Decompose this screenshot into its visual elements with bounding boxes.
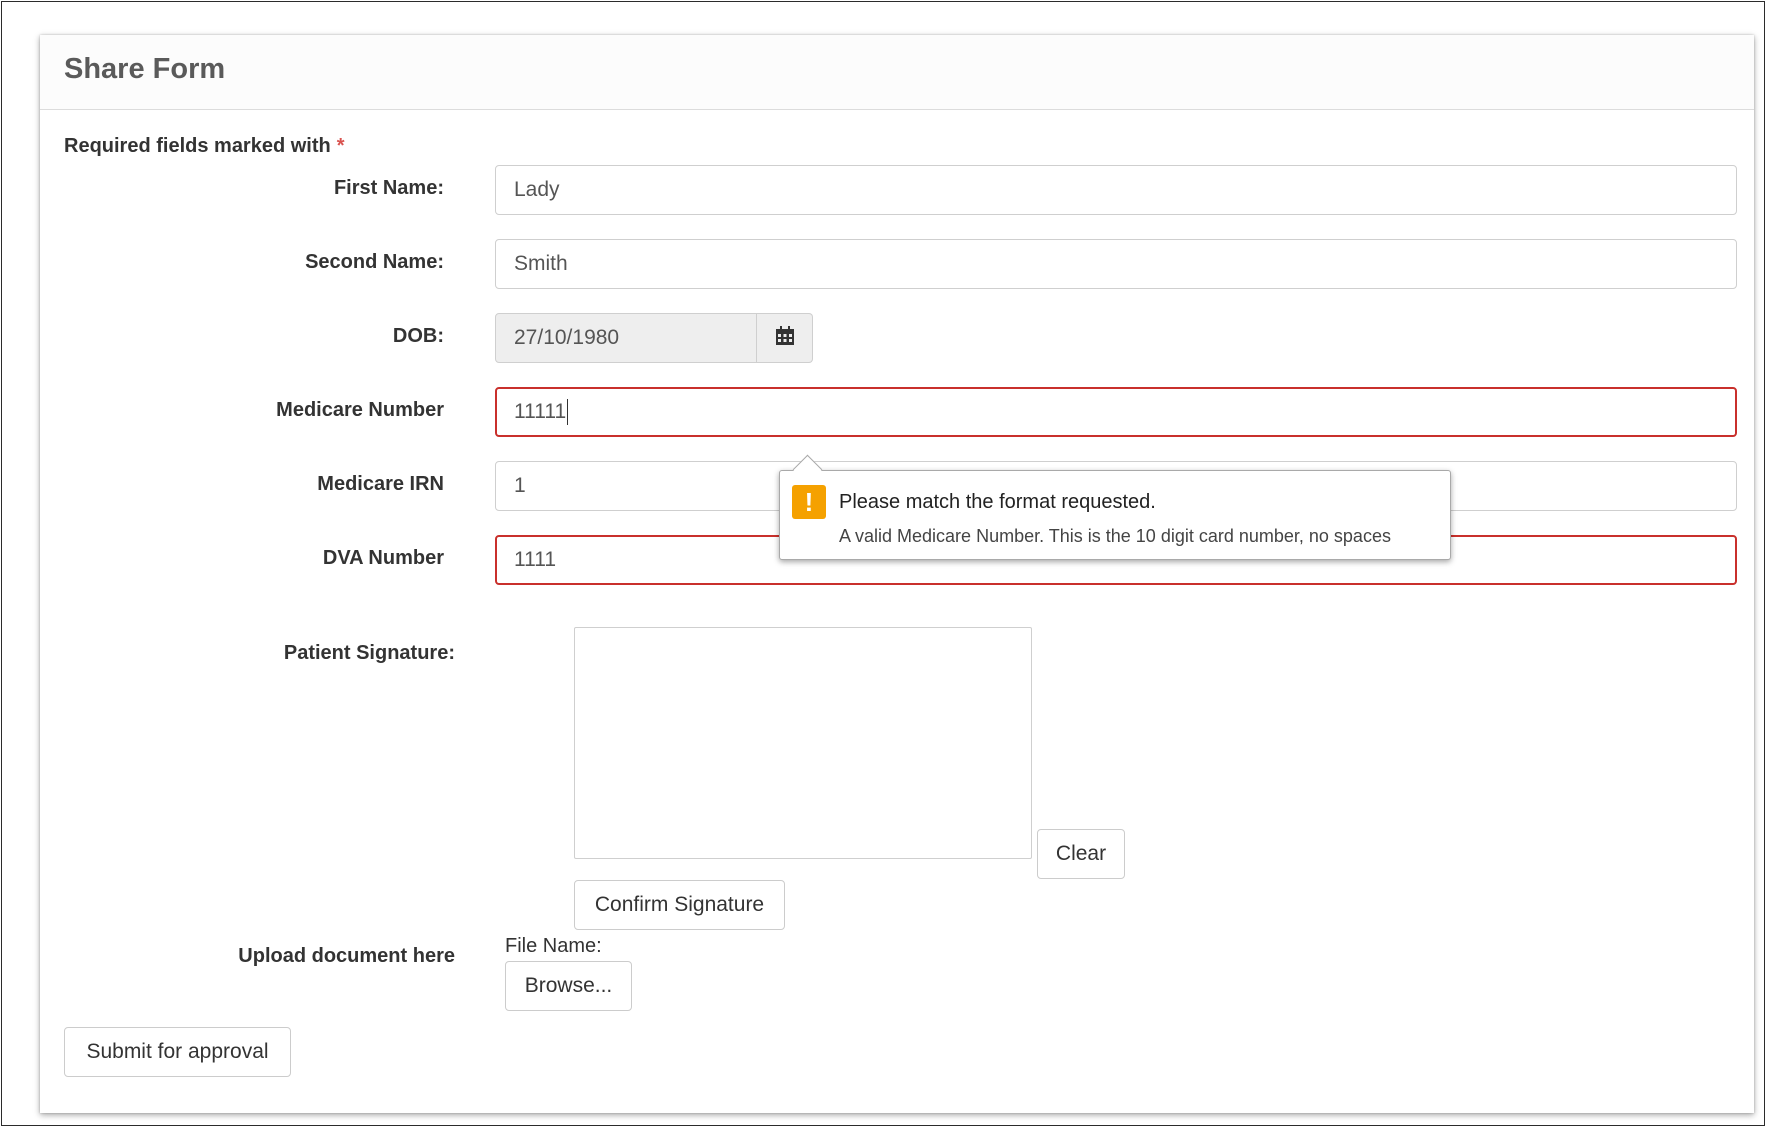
medicare-number-input[interactable]: 11111: [495, 387, 1737, 437]
tooltip-detail: A valid Medicare Number. This is the 10 …: [839, 526, 1391, 546]
second-name-label: Second Name:: [305, 251, 444, 273]
dva-number-label: DVA Number: [322, 547, 444, 569]
first-name-label: First Name:: [333, 177, 444, 199]
file-name-label: File Name:: [505, 935, 602, 957]
calendar-icon: [775, 325, 795, 351]
second-name-input[interactable]: Smith: [495, 239, 1737, 289]
upload-document-label: Upload document here: [238, 945, 455, 967]
panel-header: Share Form: [40, 35, 1754, 110]
first-name-input[interactable]: Lady: [495, 165, 1737, 215]
text-caret: [567, 399, 569, 426]
confirm-signature-button[interactable]: Confirm Signature: [574, 880, 785, 930]
page-title: Share Form: [64, 53, 226, 85]
browse-button[interactable]: Browse...: [505, 961, 632, 1011]
signature-pad[interactable]: [574, 627, 1032, 859]
validation-tooltip: ! Please match the format requested. A v…: [779, 454, 1451, 560]
dob-input[interactable]: 27/10/1980: [495, 313, 757, 363]
calendar-button[interactable]: [757, 313, 813, 363]
required-fields-note: Required fields marked with *: [64, 135, 345, 158]
dob-label: DOB:: [392, 325, 444, 347]
share-form-panel: Share Form Required fields marked with * …: [40, 35, 1754, 1113]
patient-signature-label: Patient Signature:: [283, 642, 455, 664]
tooltip-title: Please match the format requested.: [839, 491, 1156, 513]
medicare-number-value: 11111: [514, 400, 567, 423]
medicare-number-label: Medicare Number: [276, 399, 444, 421]
required-note-text: Required fields marked with: [64, 135, 331, 157]
submit-for-approval-button[interactable]: Submit for approval: [64, 1027, 291, 1077]
screenshot-frame: Share Form Required fields marked with * …: [1, 1, 1765, 1126]
warning-icon: !: [792, 485, 826, 519]
clear-signature-button[interactable]: Clear: [1037, 829, 1125, 879]
medicare-irn-label: Medicare IRN: [317, 473, 444, 495]
required-star: *: [336, 135, 345, 157]
